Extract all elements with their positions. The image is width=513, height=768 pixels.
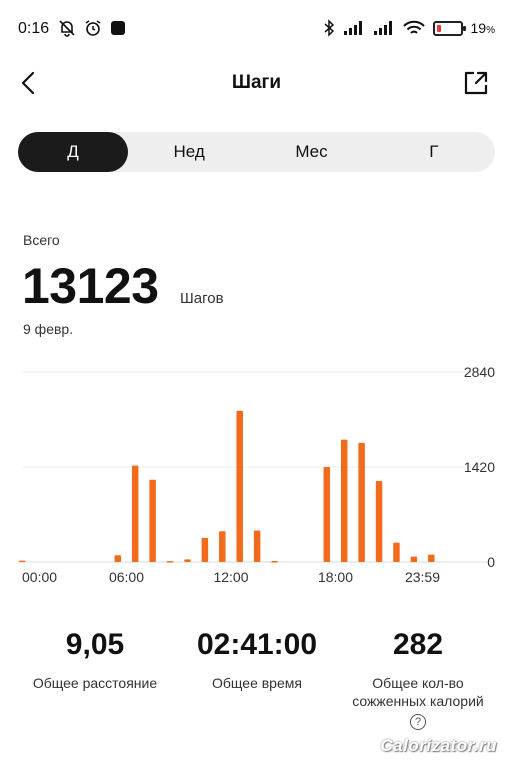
help-icon[interactable]: ?: [410, 714, 426, 730]
y-tick-label: 2840: [464, 364, 495, 380]
status-time: 0:16: [18, 20, 50, 37]
status-left-icons: [58, 19, 126, 37]
x-tick-label: 06:00: [109, 569, 144, 585]
x-tick-label: 00:00: [22, 569, 57, 585]
calories-label-line1: Общее кол-во: [372, 675, 464, 691]
total-label: Всего: [23, 232, 60, 248]
alarm-icon: [85, 20, 101, 36]
time-value: 02:41:00: [196, 628, 318, 661]
chart-bar: [323, 467, 331, 562]
bluetooth-icon: [324, 19, 334, 37]
stat-calories: 282 Общее кол-во сожженных калорий ?: [338, 628, 498, 730]
chart-bar: [271, 560, 278, 563]
chart-bar: [410, 556, 418, 562]
y-tick-label: 1420: [464, 459, 495, 475]
chart-bar: [18, 560, 26, 563]
stat-time: 02:41:00 Общее время: [180, 628, 334, 692]
share-icon[interactable]: [461, 68, 491, 98]
stats-section: 9,05 Общее расстояние 02:41:00 Общее вре…: [0, 628, 513, 738]
wifi-icon: [402, 20, 425, 34]
y-tick-label: 0: [487, 554, 495, 570]
chart-bar: [184, 559, 191, 562]
chart-bar: [219, 531, 226, 562]
chart-bar: [340, 439, 348, 562]
app-notification-icon: [111, 21, 125, 35]
chart-bar: [358, 442, 365, 562]
tab-month[interactable]: Мес: [250, 132, 372, 172]
status-right-icons: 19%: [323, 19, 495, 37]
distance-label: Общее расстояние: [32, 675, 158, 691]
signal-icon-2: [373, 21, 392, 35]
time-label: Общее время: [212, 675, 302, 691]
status-bar: 0:16 19%: [0, 0, 513, 60]
total-steps-unit: Шагов: [180, 290, 224, 307]
x-tick-label: 23:59: [405, 569, 440, 585]
mute-bell-icon: [59, 20, 75, 37]
app-header: Шаги: [0, 60, 513, 106]
battery-fill: [436, 24, 441, 32]
tab-year[interactable]: Г: [373, 132, 495, 172]
chart-bar: [375, 481, 383, 562]
chart-bar: [428, 554, 435, 562]
distance-value: 9,05: [65, 628, 125, 661]
watermark: Calorizator.ru: [380, 736, 497, 755]
battery-percent: 19%: [470, 20, 495, 36]
battery-icon: [432, 20, 466, 36]
selected-date: 9 февр.: [23, 321, 74, 337]
stat-distance: 9,05 Общее расстояние: [22, 628, 168, 692]
chart-bar: [114, 555, 122, 562]
page-title: Шаги: [231, 72, 282, 93]
calories-label: Общее кол-во сожженных калорий: [338, 674, 498, 710]
x-tick-label: 12:00: [213, 569, 248, 585]
calories-label-line2: сожженных калорий: [352, 693, 484, 709]
chart-bar: [149, 479, 156, 562]
chart-bar: [201, 537, 209, 562]
total-steps-value: 13123: [22, 258, 159, 314]
tab-week[interactable]: Нед: [128, 132, 250, 172]
x-tick-label: 18:00: [318, 569, 353, 585]
chart-bar: [166, 560, 174, 563]
steps-chart[interactable]: 2840 1420 0 00:00 06:00 12:00 18:00 23:59: [0, 360, 513, 590]
chart-bar: [131, 465, 139, 562]
tab-day[interactable]: Д: [18, 132, 128, 172]
signal-icon: [343, 21, 362, 35]
period-tabs: Д Нед Мес Г: [18, 132, 495, 172]
chart-bar: [236, 410, 243, 562]
calories-value: 282: [392, 628, 444, 661]
chart-bar: [253, 530, 261, 562]
chart-bar: [393, 542, 400, 562]
